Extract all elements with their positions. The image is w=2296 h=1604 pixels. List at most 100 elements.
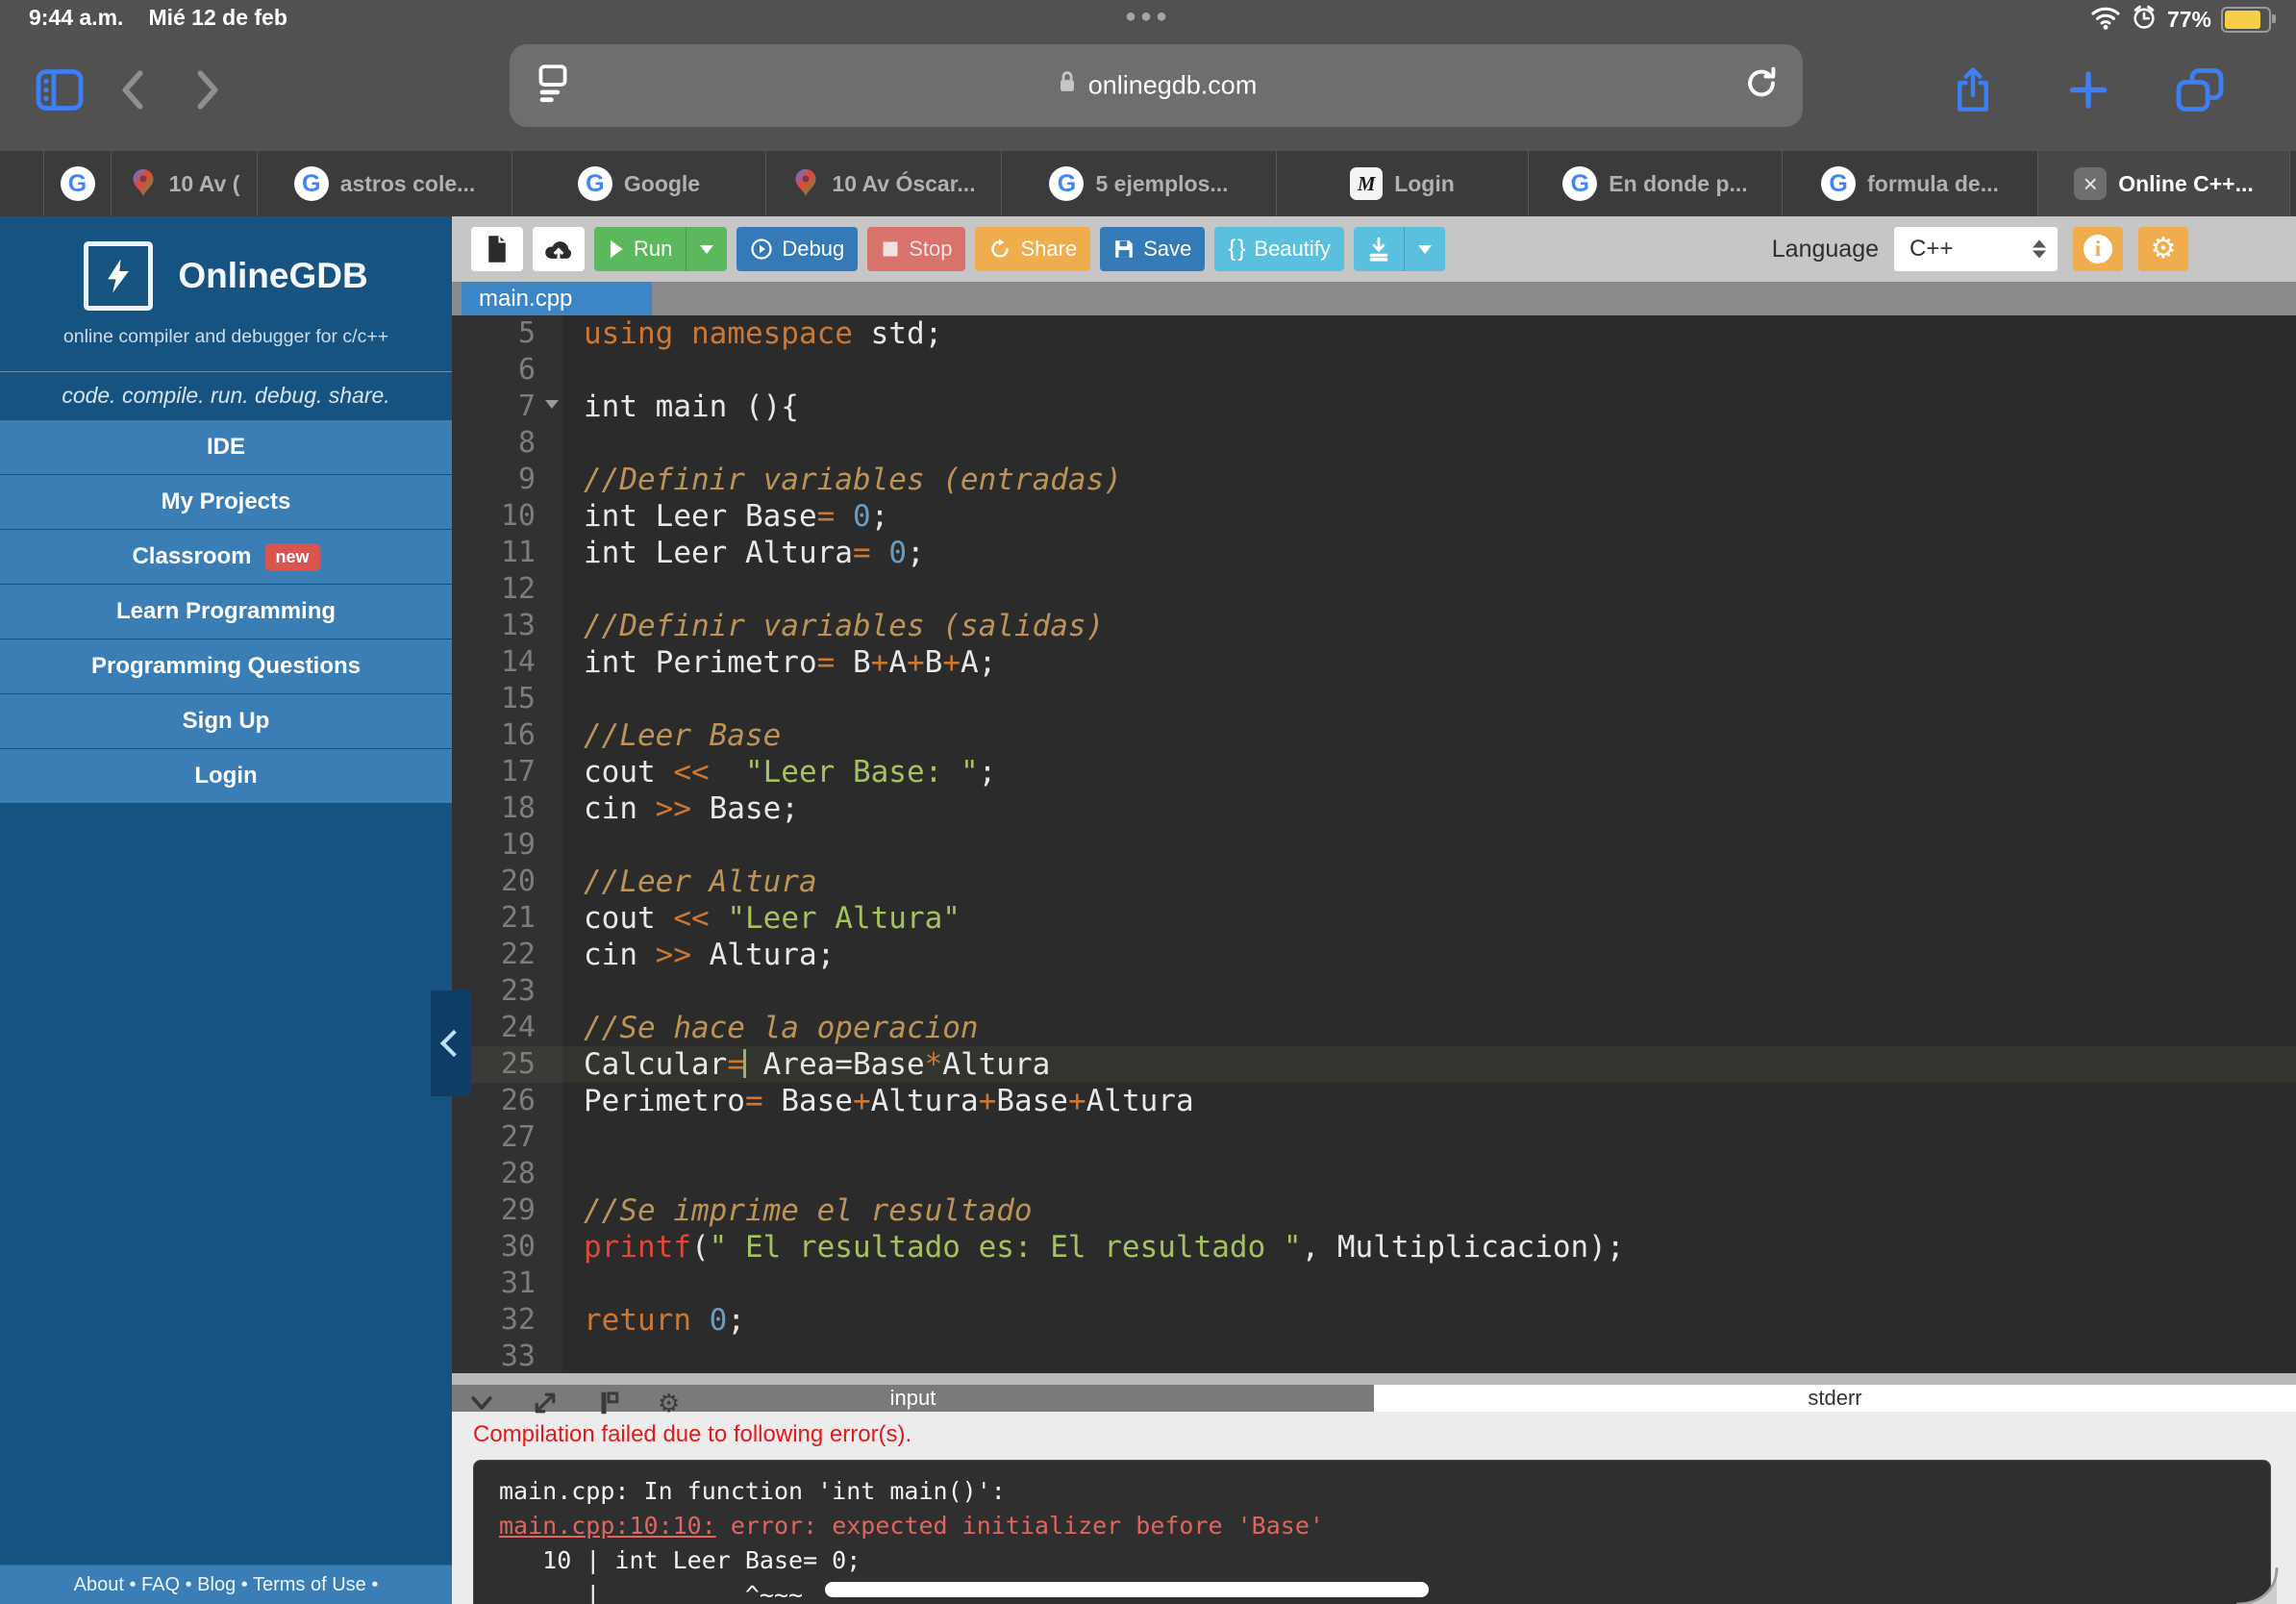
line-number[interactable]: 21 xyxy=(452,900,562,937)
line-number[interactable]: 7 xyxy=(452,388,562,425)
code-text[interactable]: int Leer Base= 0; xyxy=(562,498,2296,535)
browser-tab-google[interactable]: GGoogle xyxy=(512,151,766,216)
code-text[interactable] xyxy=(562,1266,2296,1302)
browser-tab-10-av-[interactable]: 10 Av ( xyxy=(112,151,258,216)
beautify-button[interactable]: { } Beautify xyxy=(1214,227,1344,271)
back-icon[interactable] xyxy=(113,67,152,116)
browser-tab-en-donde-p-[interactable]: GEn donde p... xyxy=(1529,151,1783,216)
line-number[interactable]: 5 xyxy=(452,315,562,352)
collapse-panel-icon[interactable] xyxy=(467,1389,496,1422)
code-text[interactable]: cout << "Leer Altura" xyxy=(562,900,2296,937)
run-options-caret[interactable] xyxy=(686,227,727,271)
line-number[interactable]: 6 xyxy=(452,352,562,388)
new-tab-icon[interactable] xyxy=(2067,68,2109,115)
browser-tab-formula-de-[interactable]: Gformula de... xyxy=(1783,151,2038,216)
code-text[interactable]: int Leer Altura= 0; xyxy=(562,535,2296,571)
line-number[interactable]: 18 xyxy=(452,790,562,827)
code-text[interactable] xyxy=(562,681,2296,717)
stop-button[interactable]: Stop xyxy=(867,227,965,271)
resize-corner-icon[interactable] xyxy=(2234,1566,2281,1604)
upload-button[interactable] xyxy=(533,227,585,271)
fold-arrow-icon[interactable] xyxy=(545,400,559,409)
code-text[interactable]: //Se hace la operacion xyxy=(562,1010,2296,1046)
code-text[interactable]: //Definir variables (entradas) xyxy=(562,462,2296,498)
sidebar-toggle-icon[interactable] xyxy=(35,67,85,116)
code-text[interactable] xyxy=(562,1119,2296,1156)
address-bar[interactable]: onlinegdb.com xyxy=(510,44,1803,127)
code-text[interactable] xyxy=(562,571,2296,608)
line-number[interactable]: 28 xyxy=(452,1156,562,1192)
footer-links[interactable]: About • FAQ • Blog • Terms of Use • xyxy=(0,1565,452,1604)
code-text[interactable]: //Definir variables (salidas) xyxy=(562,608,2296,644)
sidebar-item-ide[interactable]: IDE xyxy=(0,419,452,474)
reload-icon[interactable] xyxy=(1743,64,1780,108)
console-scrollbar[interactable] xyxy=(825,1582,1429,1597)
code-text[interactable]: cin >> Base; xyxy=(562,790,2296,827)
expand-panel-icon[interactable] xyxy=(531,1389,560,1422)
browser-tab[interactable] xyxy=(0,151,44,216)
sidebar-item-learn-programming[interactable]: Learn Programming xyxy=(0,584,452,639)
debug-button[interactable]: Debug xyxy=(736,227,858,271)
code-text[interactable]: using namespace std; xyxy=(562,315,2296,352)
code-text[interactable] xyxy=(562,1339,2296,1373)
line-number[interactable]: 32 xyxy=(452,1302,562,1339)
save-button[interactable]: Save xyxy=(1100,227,1205,271)
download-button[interactable] xyxy=(1354,227,1445,271)
line-number[interactable]: 31 xyxy=(452,1266,562,1302)
code-text[interactable]: Calcular= Area=Base*Altura xyxy=(562,1046,2296,1083)
line-number[interactable]: 8 xyxy=(452,425,562,462)
tabs-overview-icon[interactable] xyxy=(2175,66,2225,117)
browser-tab-online-c-[interactable]: ×Online C++... xyxy=(2038,151,2290,216)
browser-tab[interactable]: G xyxy=(44,151,112,216)
forward-icon[interactable] xyxy=(188,67,227,116)
sidebar-item-my-projects[interactable]: My Projects xyxy=(0,474,452,529)
new-file-button[interactable] xyxy=(471,227,523,271)
file-tab-main-cpp[interactable]: main.cpp xyxy=(462,282,652,315)
browser-tab-astros-cole-[interactable]: Gastros cole... xyxy=(258,151,512,216)
sidebar-item-login[interactable]: Login xyxy=(0,748,452,803)
settings-button[interactable]: ⚙ xyxy=(2138,227,2188,271)
line-number[interactable]: 20 xyxy=(452,864,562,900)
sidebar-item-sign-up[interactable]: Sign Up xyxy=(0,693,452,748)
close-tab-icon[interactable]: × xyxy=(2074,167,2107,200)
code-text[interactable] xyxy=(562,1156,2296,1192)
line-number[interactable]: 13 xyxy=(452,608,562,644)
line-number[interactable]: 11 xyxy=(452,535,562,571)
code-text[interactable]: Perimetro= Base+Altura+Base+Altura xyxy=(562,1083,2296,1119)
multitasking-dots[interactable]: ●●● xyxy=(1125,6,1171,28)
code-text[interactable]: cout << "Leer Base: "; xyxy=(562,754,2296,790)
tab-stderr[interactable]: stderr xyxy=(1374,1385,2296,1412)
sidebar-collapse-handle[interactable] xyxy=(431,990,471,1096)
line-number[interactable]: 10 xyxy=(452,498,562,535)
code-text[interactable] xyxy=(562,425,2296,462)
share-icon[interactable] xyxy=(1952,64,1994,119)
line-number[interactable]: 33 xyxy=(452,1339,562,1373)
panel-settings-icon[interactable]: ⚙ xyxy=(658,1389,680,1422)
line-number[interactable]: 15 xyxy=(452,681,562,717)
line-number[interactable]: 29 xyxy=(452,1192,562,1229)
line-number[interactable]: 9 xyxy=(452,462,562,498)
code-text[interactable]: //Leer Altura xyxy=(562,864,2296,900)
line-number[interactable]: 19 xyxy=(452,827,562,864)
sidebar-item-classroom[interactable]: Classroomnew xyxy=(0,529,452,584)
line-number[interactable]: 27 xyxy=(452,1119,562,1156)
browser-tab-10-av-scar-[interactable]: 10 Av Óscar... xyxy=(766,151,1002,216)
code-text[interactable] xyxy=(562,973,2296,1010)
download-options-caret[interactable] xyxy=(1405,227,1445,271)
code-text[interactable]: printf(" El resultado es: El resultado "… xyxy=(562,1229,2296,1266)
code-text[interactable] xyxy=(562,352,2296,388)
info-button[interactable]: i xyxy=(2073,227,2123,271)
panel-divider[interactable] xyxy=(452,1373,2296,1385)
share-button[interactable]: Share xyxy=(975,227,1090,271)
line-number[interactable]: 22 xyxy=(452,937,562,973)
browser-tab-5-ejemplos-[interactable]: G5 ejemplos... xyxy=(1002,151,1277,216)
browser-tab-login[interactable]: MLogin xyxy=(1277,151,1529,216)
line-number[interactable]: 30 xyxy=(452,1229,562,1266)
code-text[interactable]: int main (){ xyxy=(562,388,2296,425)
align-output-icon[interactable] xyxy=(594,1389,623,1422)
line-number[interactable]: 14 xyxy=(452,644,562,681)
code-text[interactable]: cin >> Altura; xyxy=(562,937,2296,973)
line-number[interactable]: 16 xyxy=(452,717,562,754)
code-text[interactable]: int Perimetro= B+A+B+A; xyxy=(562,644,2296,681)
code-text[interactable]: return 0; xyxy=(562,1302,2296,1339)
